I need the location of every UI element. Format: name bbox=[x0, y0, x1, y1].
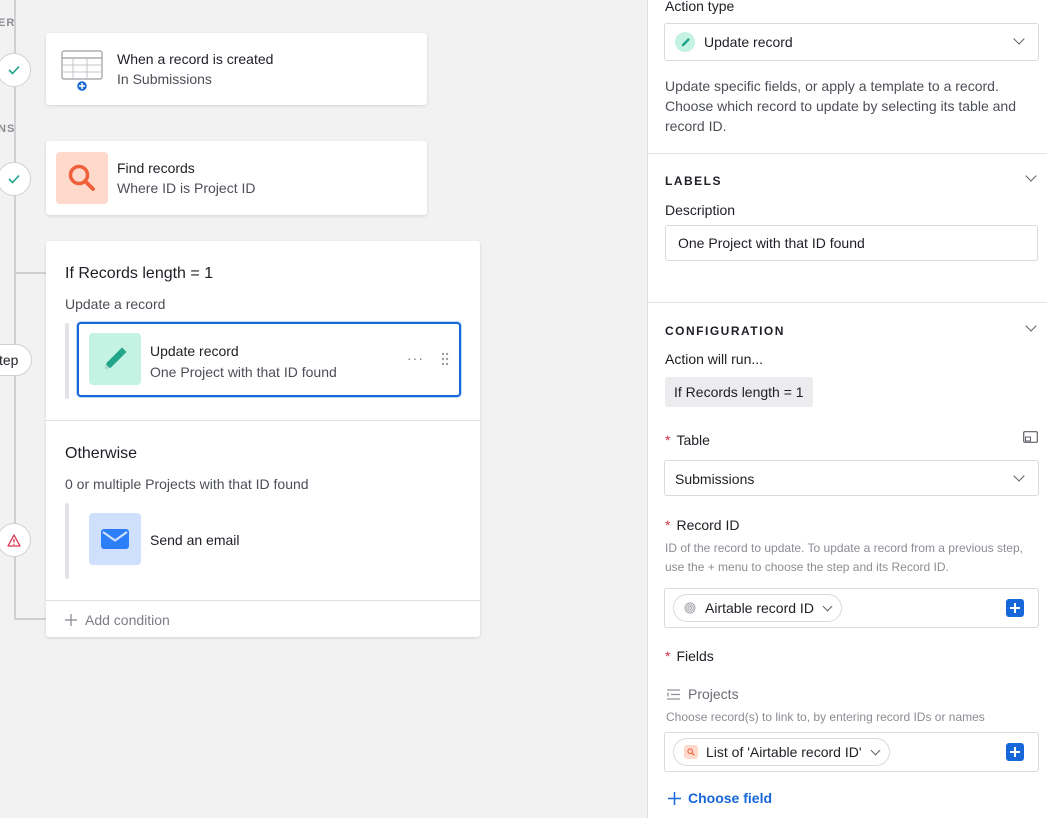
find-subtitle: Where ID is Project ID bbox=[117, 180, 256, 196]
automation-canvas: ER NS tep When a record is created In Su… bbox=[0, 0, 647, 818]
check-icon bbox=[8, 174, 20, 184]
otherwise-status-warning bbox=[0, 523, 31, 557]
choose-field-label: Choose field bbox=[688, 790, 773, 806]
panel-divider bbox=[648, 153, 1047, 154]
otherwise-title[interactable]: Otherwise bbox=[65, 445, 137, 463]
plus-icon bbox=[668, 791, 681, 805]
action-type-select[interactable]: Update record bbox=[664, 23, 1039, 61]
action-config-panel: Action type Update record Update specifi… bbox=[647, 0, 1047, 818]
add-condition-button[interactable]: Add condition bbox=[65, 611, 170, 629]
projects-token[interactable]: List of 'Airtable record ID' bbox=[673, 738, 890, 766]
otherwise-branch-bar bbox=[65, 503, 69, 579]
trigger-section-label: ER bbox=[0, 17, 16, 29]
plus-icon bbox=[65, 614, 77, 626]
search-icon bbox=[56, 152, 108, 204]
record-id-token-label: Airtable record ID bbox=[705, 600, 814, 616]
table-label-text: Table bbox=[676, 432, 710, 448]
find-title: Find records bbox=[117, 160, 195, 176]
insert-value-button[interactable] bbox=[1006, 743, 1024, 761]
trigger-title: When a record is created bbox=[117, 51, 274, 67]
chevron-down-icon bbox=[870, 745, 880, 755]
actions-section-label: NS bbox=[0, 123, 16, 135]
projects-token-label: List of 'Airtable record ID' bbox=[706, 744, 862, 760]
record-id-label: * Record ID bbox=[665, 517, 740, 533]
description-input[interactable]: One Project with that ID found bbox=[665, 225, 1038, 261]
configuration-section-header[interactable]: CONFIGURATION bbox=[665, 324, 785, 338]
projects-label: Projects bbox=[688, 686, 739, 702]
panel-divider bbox=[648, 302, 1047, 303]
check-icon bbox=[8, 65, 20, 75]
record-id-input[interactable]: Airtable record ID bbox=[664, 588, 1039, 628]
add-condition-label: Add condition bbox=[85, 612, 170, 628]
choose-field-button[interactable]: Choose field bbox=[668, 790, 772, 806]
fingerprint-icon bbox=[684, 602, 696, 614]
table-select[interactable]: Submissions bbox=[664, 460, 1039, 496]
record-id-token[interactable]: Airtable record ID bbox=[673, 594, 842, 622]
more-options-icon[interactable]: ··· bbox=[407, 350, 424, 366]
if-condition-title[interactable]: If Records length = 1 bbox=[65, 265, 213, 283]
update-record-action-card[interactable]: Update record One Project with that ID f… bbox=[77, 322, 461, 397]
pencil-icon bbox=[675, 32, 695, 52]
chevron-down-icon[interactable] bbox=[1025, 320, 1037, 332]
flow-branch-line bbox=[14, 272, 46, 274]
add-step-pill[interactable]: tep bbox=[0, 344, 32, 376]
branch-divider bbox=[46, 420, 480, 421]
action-type-value: Update record bbox=[704, 34, 793, 50]
condition-chip[interactable]: If Records length = 1 bbox=[665, 377, 813, 407]
record-id-help: ID of the record to update. To update a … bbox=[665, 541, 1023, 574]
trigger-status-check bbox=[0, 53, 31, 87]
search-icon bbox=[684, 745, 698, 759]
flow-branch-line bbox=[14, 618, 46, 620]
table-label: * Table bbox=[665, 432, 710, 448]
action-will-run-label: Action will run... bbox=[665, 351, 764, 367]
projects-input[interactable]: List of 'Airtable record ID' bbox=[664, 732, 1039, 772]
table-value: Submissions bbox=[675, 471, 755, 487]
find-records-card[interactable]: Find records Where ID is Project ID bbox=[46, 141, 427, 215]
if-branch-bar bbox=[65, 323, 69, 399]
projects-help: Choose record(s) to link to, by entering… bbox=[666, 710, 985, 724]
description-label: Description bbox=[665, 202, 736, 218]
action-type-help: Update specific fields, or apply a templ… bbox=[665, 78, 1016, 134]
find-status-check bbox=[0, 162, 31, 196]
record-id-label-text: Record ID bbox=[676, 517, 740, 533]
projects-field-label: Projects bbox=[667, 686, 739, 702]
expand-table-icon[interactable] bbox=[1023, 431, 1038, 443]
envelope-icon bbox=[89, 513, 141, 565]
labels-section-header[interactable]: LABELS bbox=[665, 174, 722, 188]
otherwise-subtitle: 0 or multiple Projects with that ID foun… bbox=[65, 476, 309, 492]
trigger-subtitle: In Submissions bbox=[117, 71, 212, 87]
send-email-title: Send an email bbox=[150, 532, 240, 548]
drag-handle-icon[interactable] bbox=[441, 352, 449, 366]
insert-value-button[interactable] bbox=[1006, 599, 1024, 617]
chevron-down-icon bbox=[822, 601, 833, 611]
add-condition-divider bbox=[46, 600, 480, 601]
update-record-title: Update record bbox=[150, 343, 239, 359]
chevron-down-icon[interactable] bbox=[1025, 170, 1037, 182]
condition-group-card: If Records length = 1 Update a record Up… bbox=[46, 241, 480, 637]
send-email-action-card[interactable]: Send an email bbox=[79, 503, 459, 579]
update-record-subtitle: One Project with that ID found bbox=[150, 364, 337, 380]
if-condition-subtitle: Update a record bbox=[65, 296, 166, 312]
chevron-down-icon bbox=[1013, 33, 1025, 45]
fields-label: * Fields bbox=[665, 648, 714, 664]
chevron-down-icon bbox=[1013, 470, 1025, 482]
description-value: One Project with that ID found bbox=[678, 235, 865, 251]
table-icon bbox=[56, 43, 108, 95]
linked-records-icon bbox=[667, 688, 680, 700]
fields-label-text: Fields bbox=[676, 648, 714, 664]
warning-icon bbox=[7, 533, 21, 547]
trigger-card[interactable]: When a record is created In Submissions bbox=[46, 33, 427, 105]
pencil-icon bbox=[89, 333, 141, 385]
action-type-label: Action type bbox=[665, 0, 735, 14]
